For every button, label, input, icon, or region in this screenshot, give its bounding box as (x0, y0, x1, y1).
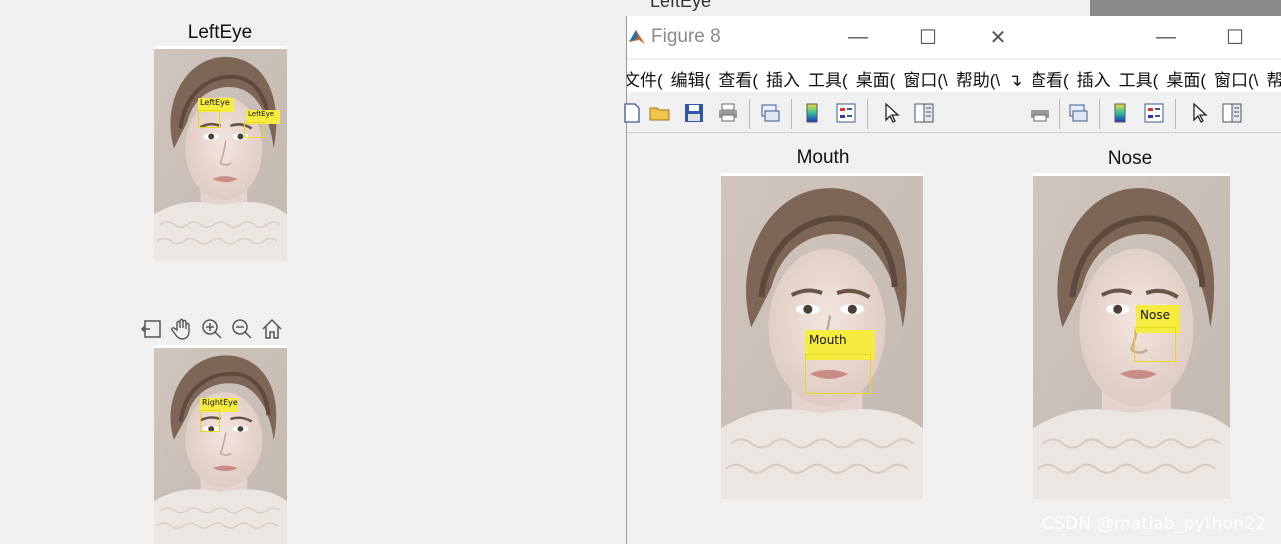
window-titlebar: — ☐ (1033, 16, 1281, 58)
menu-window[interactable]: 窗口(\ (903, 60, 947, 91)
save-icon[interactable] (681, 100, 707, 126)
face-image-nose (1033, 176, 1230, 499)
pan-hand-icon[interactable] (168, 315, 196, 343)
menu-overflow-icon[interactable]: ↴ (1008, 65, 1022, 91)
figure-toolbar (1031, 94, 1281, 133)
menu-tools[interactable]: 工具( (808, 60, 848, 91)
background-window-title: LeftEye (650, 0, 712, 11)
desktop-corner (1090, 0, 1281, 16)
menu-insert[interactable]: 插入 (1077, 60, 1111, 91)
plot-title-lefteye: LeftEye (187, 22, 253, 43)
legend-icon[interactable] (1141, 100, 1167, 126)
menu-bar: 查看( 插入 工具(桌面( 窗口(\ 帮 (1033, 60, 1281, 92)
colorbar-icon[interactable] (1107, 100, 1133, 126)
zoom-out-icon[interactable] (228, 315, 256, 343)
menu-edit[interactable]: 编辑( (671, 60, 711, 91)
restore-view-icon[interactable] (138, 315, 166, 343)
new-file-icon[interactable] (619, 100, 645, 126)
bbox-lefteye-1 (198, 110, 220, 128)
bbox-lefteye-2 (244, 122, 264, 138)
menu-help[interactable]: 帮助(\ (956, 60, 1000, 91)
window-titlebar: Figure 8 — ☐ ✕ (627, 16, 1033, 58)
property-editor-icon[interactable] (1219, 100, 1245, 126)
property-editor-icon[interactable] (911, 100, 937, 126)
print-icon[interactable] (715, 100, 741, 126)
minimize-icon[interactable]: — (843, 24, 873, 50)
menu-bar: 文件( 编辑(查看( 插入 工具( 桌面(窗口(\ 帮助(\ ↴ (627, 60, 1033, 92)
menu-insert[interactable]: 插入 (766, 60, 800, 91)
maximize-icon[interactable]: ☐ (1220, 24, 1250, 50)
face-photo (154, 348, 287, 544)
watermark: CSDN @matlab_python22 (1042, 514, 1267, 534)
face-image-top (154, 49, 287, 261)
figure-toolbar (624, 94, 1033, 133)
maximize-icon[interactable]: ☐ (913, 24, 943, 50)
face-photo (154, 49, 287, 261)
window-title: Figure 8 (651, 26, 721, 47)
colorbar-icon[interactable] (799, 100, 825, 126)
minimize-icon[interactable]: — (1151, 24, 1181, 50)
print-icon[interactable] (1027, 100, 1053, 126)
legend-icon[interactable] (833, 100, 859, 126)
pointer-icon[interactable] (879, 100, 905, 126)
left-figure-canvas (0, 0, 626, 544)
link-plot-icon[interactable] (757, 100, 783, 126)
face-photo (1033, 176, 1230, 499)
plot-title-mouth: Mouth (796, 147, 850, 168)
plot-title-nose: Nose (1107, 148, 1153, 169)
menu-help[interactable]: 帮 (1266, 60, 1281, 91)
matlab-logo-icon (627, 26, 647, 48)
open-folder-icon[interactable] (647, 100, 673, 126)
pointer-icon[interactable] (1187, 100, 1213, 126)
zoom-in-icon[interactable] (198, 315, 226, 343)
bbox-nose (1134, 327, 1176, 362)
menu-tools[interactable]: 工具( (1119, 60, 1159, 91)
face-image-bottom (154, 348, 287, 544)
nose-figure-window: — ☐ 查看(插入 工具(桌面(窗口(\ 帮 Nose Nose (1031, 16, 1281, 544)
menu-window[interactable]: 窗口(\ (1214, 60, 1258, 91)
menu-view[interactable]: 查看( (718, 60, 758, 91)
home-icon[interactable] (258, 315, 286, 343)
menu-file[interactable]: 文件( (627, 60, 663, 91)
bbox-righteye (200, 410, 220, 432)
menu-desktop[interactable]: 桌面( (1166, 60, 1206, 91)
link-plot-icon[interactable] (1065, 100, 1091, 126)
bbox-mouth (805, 354, 871, 394)
menu-view[interactable]: 查看( (1033, 60, 1069, 91)
figure-8-window: Figure 8 — ☐ ✕ 文件( 编辑(查看( 插入 工具( 桌面(窗口(\ 帮助(\… (624, 16, 1034, 544)
close-icon[interactable]: ✕ (983, 24, 1013, 50)
menu-desktop[interactable]: 桌面( (856, 60, 896, 91)
